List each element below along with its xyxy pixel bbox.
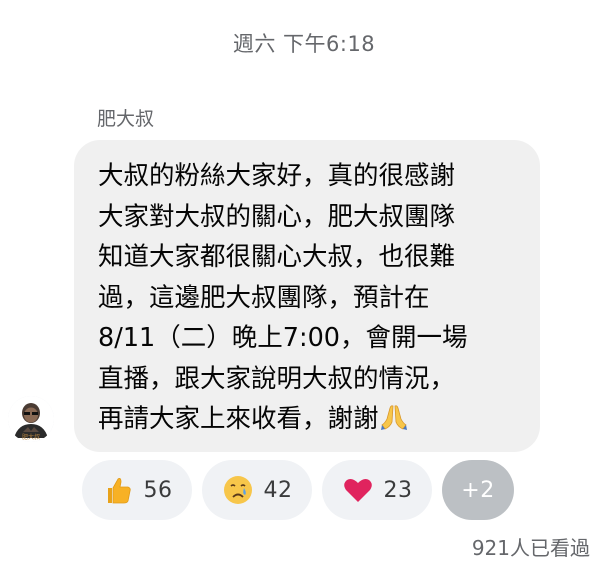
more-reactions-count: +2 <box>461 477 495 503</box>
sender-name: 肥大叔 <box>97 108 155 130</box>
avatar[interactable]: 肥大叔 <box>8 396 54 442</box>
more-reactions-button[interactable]: +2 <box>442 460 514 520</box>
reaction-thumbs-up[interactable]: 56 <box>82 460 192 520</box>
message-timestamp: 週六 下午6:18 <box>232 32 376 56</box>
message-text: 大叔的粉絲大家好，真的很感謝 大家對大叔的關心，肥大叔團隊 知道大家都很關心大叔… <box>98 161 468 434</box>
avatar-logo-text: 肥大叔 <box>22 433 40 441</box>
folded-hands-icon <box>379 403 409 431</box>
reaction-crying[interactable]: 42 <box>202 460 312 520</box>
reaction-count: 42 <box>263 477 293 503</box>
avatar-portrait-icon: 肥大叔 <box>8 396 54 442</box>
crying-face-icon <box>222 474 254 506</box>
message-bubble[interactable]: 大叔的粉絲大家好，真的很感謝 大家對大叔的關心，肥大叔團隊 知道大家都很關心大叔… <box>74 140 540 452</box>
thumbs-up-icon <box>102 474 134 506</box>
heart-icon <box>342 474 374 506</box>
reaction-heart[interactable]: 23 <box>322 460 432 520</box>
reaction-count: 23 <box>383 477 413 503</box>
reaction-count: 56 <box>143 477 173 503</box>
seen-by-count[interactable]: 921人已看過 <box>472 532 590 561</box>
